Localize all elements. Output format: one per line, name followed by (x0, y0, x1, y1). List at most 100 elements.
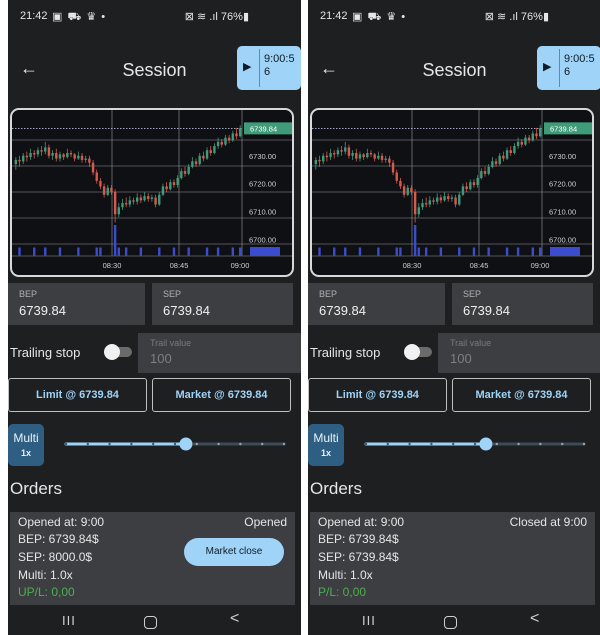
candle-body (480, 171, 483, 179)
candle-body (183, 171, 187, 174)
multi-badge[interactable]: Multi 1x (8, 424, 44, 466)
candle-body (25, 155, 29, 158)
candle-body (169, 182, 172, 190)
limit-order-button[interactable]: Limit @ 6739.84 (308, 378, 447, 412)
candle-body (314, 159, 318, 165)
trail-value-text: 100 (150, 351, 172, 366)
slider-tick (408, 442, 411, 446)
candle-body (29, 152, 32, 158)
x-tick-label: 08:30 (403, 261, 422, 270)
multi-badge[interactable]: Multi 1x (308, 424, 344, 466)
candle-body (336, 150, 340, 155)
order-opened-at: Opened at: 9:00 (18, 515, 105, 529)
slider-tick (173, 442, 177, 446)
candle-body (147, 196, 150, 199)
trail-value-input[interactable]: Trail value 100 (138, 333, 301, 373)
volume-bar (318, 247, 321, 256)
candlestick-chart[interactable]: 6700.00 6710.00 6720.00 6730.00 6739.84 08:30… (312, 110, 592, 275)
candle-body (18, 159, 21, 162)
order-opened-at: Opened at: 9:00 (318, 515, 405, 529)
candle-body (165, 186, 168, 190)
candle-body (340, 150, 343, 152)
bep-field[interactable]: BEP 6739.84 (308, 283, 445, 325)
market-order-button[interactable]: Market @ 6739.84 (452, 378, 591, 412)
multi-label: Multi (313, 431, 339, 445)
candle-body (469, 182, 472, 190)
candle-body (113, 191, 117, 215)
candle-body (158, 194, 161, 205)
y-tick-label: 6710.00 (549, 207, 576, 216)
sep-field[interactable]: SEP 6739.84 (152, 283, 293, 325)
candle-body (362, 154, 365, 158)
candle-body (110, 187, 113, 192)
multiplier-slider[interactable] (62, 436, 292, 452)
volume-bar (158, 247, 161, 256)
market-close-button[interactable]: Market close (184, 538, 284, 566)
candle-body (483, 171, 487, 174)
candle-body (139, 197, 143, 201)
slider-thumb[interactable] (479, 437, 493, 451)
order-bep: BEP: 6739.84$ (18, 532, 99, 546)
battery-level: 76% (520, 11, 543, 23)
trailing-stop-toggle[interactable] (104, 344, 132, 360)
market-order-button[interactable]: Market @ 6739.84 (152, 378, 291, 412)
sep-field[interactable]: SEP 6739.84 (452, 283, 593, 325)
slider-tick (86, 442, 89, 446)
back-icon[interactable]: < (530, 610, 539, 628)
candle-body (406, 187, 409, 195)
candle-body (465, 186, 468, 190)
candle-body (424, 203, 428, 205)
candle-body (355, 152, 358, 159)
order-pl: P/L: 0,00 (318, 585, 367, 599)
trailing-stop-toggle[interactable] (404, 344, 432, 360)
candle-body (402, 186, 406, 195)
slider-thumb[interactable] (179, 437, 193, 451)
slider-tick (239, 442, 242, 446)
candle-body (520, 141, 523, 145)
candle-body (421, 203, 424, 208)
bep-value: 6739.84 (319, 303, 366, 318)
candle-body (172, 182, 176, 185)
candle-body (399, 180, 402, 187)
home-icon[interactable] (444, 616, 457, 629)
price-chart[interactable]: 6700.00 6710.00 6720.00 6730.00 6739.84 08:30… (310, 108, 594, 277)
price-chart[interactable]: 6700.00 6710.00 6720.00 6730.00 6739.84 08:30… (10, 108, 294, 277)
bep-label: BEP (319, 289, 338, 299)
trail-value-label: Trail value (150, 338, 192, 348)
candle-body (443, 196, 446, 201)
home-icon[interactable] (144, 616, 157, 629)
phone-screen-open-order: 21:42 ▣ ⛟ ♛ • ⊠ ≋ .ıl 76%▮ ← Session ▶ 9… (8, 0, 301, 635)
order-multi: Multi: 1.0x (18, 568, 73, 582)
candle-body (509, 150, 512, 153)
volume-bar (505, 247, 509, 256)
play-icon: ▶ (543, 61, 552, 73)
candlestick-chart[interactable]: 6700.00 6710.00 6720.00 6730.00 6739.84 08:30… (12, 110, 292, 275)
recents-icon[interactable]: III (362, 613, 376, 628)
candle-body (161, 186, 165, 195)
candle-body (494, 161, 498, 165)
candle-body (491, 161, 494, 167)
session-timer-button[interactable]: ▶ 9:00:56 (537, 46, 600, 90)
slider-tick (386, 442, 389, 446)
candle-body (524, 137, 527, 145)
limit-order-button[interactable]: Limit @ 6739.84 (8, 378, 147, 412)
candle-body (384, 158, 387, 160)
multi-value: 1x (20, 448, 31, 458)
back-icon[interactable]: < (230, 610, 239, 628)
session-timer-button[interactable]: ▶ 9:00:56 (237, 46, 301, 90)
timer-divider (559, 49, 560, 87)
bep-label: BEP (19, 289, 38, 299)
candle-body (435, 197, 439, 202)
slider-tick (517, 442, 520, 446)
multiplier-slider[interactable] (362, 436, 592, 452)
trailing-stop-row: Trailing stop Trail value 100 (308, 333, 600, 373)
recents-icon[interactable]: III (62, 613, 76, 628)
candle-body (33, 152, 36, 155)
candle-body (351, 152, 354, 156)
candle-body (366, 152, 369, 158)
trail-value-input[interactable]: Trail value 100 (438, 333, 600, 373)
slider-tick (582, 442, 586, 446)
bep-field[interactable]: BEP 6739.84 (8, 283, 145, 325)
candle-body (516, 141, 520, 147)
candle-body (527, 137, 531, 141)
